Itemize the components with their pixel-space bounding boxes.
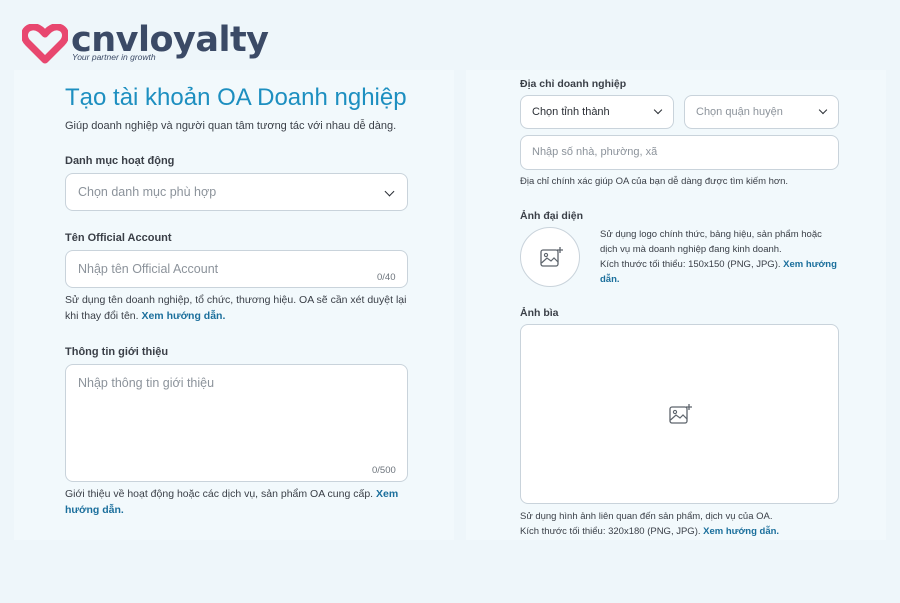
oa-name-placeholder: Nhập tên Official Account bbox=[78, 262, 219, 276]
oa-name-help-text: Sử dụng tên doanh nghiệp, tổ chức, thươn… bbox=[65, 294, 407, 322]
page-title: Tạo tài khoản OA Doanh nghiệp bbox=[65, 84, 407, 111]
street-input[interactable]: Nhập số nhà, phường, xã bbox=[520, 135, 839, 170]
brand-logo: cnvloyalty Your partner in growth bbox=[22, 20, 269, 66]
avatar-size-text: Kích thước tối thiểu: 150x150 (PNG, JPG)… bbox=[600, 259, 781, 270]
avatar-help: Sử dụng logo chính thức, bảng hiệu, sản … bbox=[600, 227, 840, 287]
intro-counter: 0/500 bbox=[372, 465, 396, 476]
province-select[interactable]: Chọn tỉnh thành bbox=[520, 95, 674, 129]
heart-logo-icon bbox=[22, 24, 68, 64]
street-placeholder: Nhập số nhà, phường, xã bbox=[532, 146, 658, 158]
cover-label: Ảnh bìa bbox=[520, 307, 559, 319]
avatar-label: Ảnh đại diện bbox=[520, 210, 583, 222]
oa-name-input[interactable]: Nhập tên Official Account 0/40 bbox=[65, 250, 408, 288]
oa-name-guide-link[interactable]: Xem hướng dẫn. bbox=[141, 310, 225, 322]
oa-name-counter: 0/40 bbox=[377, 272, 396, 283]
chevron-down-icon bbox=[384, 186, 395, 197]
province-value: Chọn tỉnh thành bbox=[532, 106, 610, 118]
chevron-down-icon bbox=[818, 105, 828, 115]
cover-help-text: Sử dụng hình ảnh liên quan đến sản phẩm,… bbox=[520, 511, 773, 522]
intro-placeholder: Nhập thông tin giới thiệu bbox=[78, 376, 215, 390]
cover-guide-link[interactable]: Xem hướng dẫn. bbox=[703, 526, 779, 537]
page-subtitle: Giúp doanh nghiệp và người quan tâm tươn… bbox=[65, 120, 397, 132]
oa-name-help: Sử dụng tên doanh nghiệp, tổ chức, thươn… bbox=[65, 292, 410, 324]
cover-size-text: Kích thước tối thiểu: 320x180 (PNG, JPG)… bbox=[520, 526, 701, 537]
intro-textarea[interactable]: Nhập thông tin giới thiệu 0/500 bbox=[65, 364, 408, 482]
avatar-help-text: Sử dụng logo chính thức, bảng hiệu, sản … bbox=[600, 229, 822, 255]
intro-help-text: Giới thiệu về hoạt động hoặc các dịch vụ… bbox=[65, 488, 374, 500]
brand-tagline: Your partner in growth bbox=[72, 52, 156, 62]
chevron-down-icon bbox=[653, 105, 663, 115]
intro-label: Thông tin giới thiệu bbox=[65, 346, 169, 358]
oa-name-label: Tên Official Account bbox=[65, 232, 172, 244]
add-image-icon bbox=[540, 247, 563, 267]
intro-help: Giới thiệu về hoạt động hoặc các dịch vụ… bbox=[65, 486, 410, 518]
address-label: Địa chỉ doanh nghiệp bbox=[520, 78, 627, 90]
cover-upload[interactable] bbox=[520, 324, 839, 504]
add-image-icon bbox=[669, 404, 692, 424]
district-placeholder: Chọn quận huyện bbox=[696, 106, 783, 118]
address-help: Địa chỉ chính xác giúp OA của bạn dễ dàn… bbox=[520, 176, 789, 187]
cover-help: Sử dụng hình ảnh liên quan đến sản phẩm,… bbox=[520, 509, 840, 539]
district-select[interactable]: Chọn quận huyện bbox=[684, 95, 839, 129]
category-placeholder: Chọn danh mục phù hợp bbox=[78, 185, 217, 199]
avatar-upload[interactable] bbox=[520, 227, 580, 287]
category-select[interactable]: Chọn danh mục phù hợp bbox=[65, 173, 408, 211]
category-label: Danh mục hoạt động bbox=[65, 155, 175, 167]
